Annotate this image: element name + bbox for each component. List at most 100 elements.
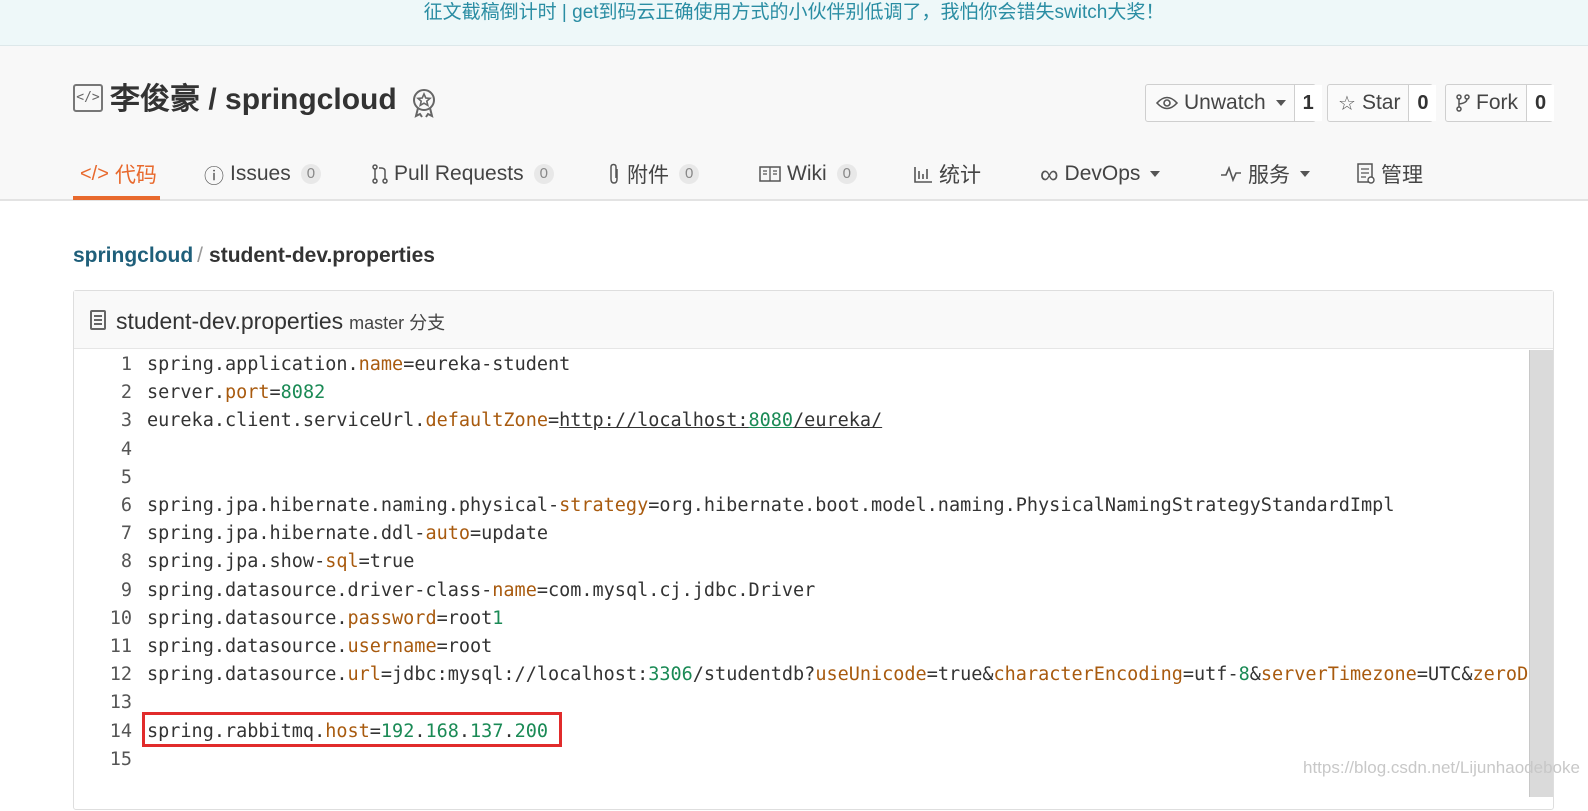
line-source: spring.datasource.driver-class-name=com.… xyxy=(147,577,815,605)
line-number[interactable]: 14 xyxy=(74,718,132,746)
bar-chart-icon xyxy=(914,167,932,183)
code-token: 8082 xyxy=(280,382,326,404)
watch-count[interactable]: 1 xyxy=(1293,85,1322,121)
repo-code-icon: </> xyxy=(73,84,103,112)
code-token: spring.datasource.driver-class- xyxy=(147,579,493,601)
code-token: http://localhost: xyxy=(559,410,749,432)
fork-label: Fork xyxy=(1476,91,1518,114)
code-token: password xyxy=(347,607,437,629)
code-token: sql xyxy=(325,551,359,573)
fork-icon xyxy=(1456,94,1470,112)
tab-issues-label: Issues xyxy=(230,162,291,185)
settings-doc-icon xyxy=(1357,163,1375,184)
line-number[interactable]: 8 xyxy=(74,548,132,576)
line-number[interactable]: 11 xyxy=(74,633,132,661)
line-number[interactable]: 2 xyxy=(74,379,132,407)
fork-count[interactable]: 0 xyxy=(1526,85,1554,121)
announcement-text[interactable]: 征文截稿倒计时 | get到码云正确使用方式的小伙伴别低调了，我怕你会错失swi… xyxy=(0,1,1588,25)
code-token: =root xyxy=(436,636,493,657)
code-token: =utf- xyxy=(1182,664,1239,686)
tab-attachments[interactable]: 附件 0 xyxy=(607,150,700,198)
line-source: eureka.client.serviceUrl.defaultZone=htt… xyxy=(147,407,882,435)
file-branch[interactable]: master 分支 xyxy=(349,313,445,333)
code-token: spring.datasource. xyxy=(147,636,348,657)
breadcrumb-repo-link[interactable]: springcloud xyxy=(73,244,193,267)
infinity-icon: ∞ xyxy=(1040,158,1059,189)
code-token: serverTimezone xyxy=(1260,664,1417,686)
tab-issues[interactable]: ⓘ Issues 0 xyxy=(204,150,322,198)
line-number[interactable]: 1 xyxy=(74,351,132,379)
code-token: & xyxy=(1249,664,1261,686)
line-number[interactable]: 4 xyxy=(74,436,132,464)
code-line: 5 xyxy=(74,464,1530,492)
breadcrumb-current-file: student-dev.properties xyxy=(209,244,435,267)
star-count[interactable]: 0 xyxy=(1408,85,1437,121)
tab-wiki-label: Wiki xyxy=(787,162,827,185)
tab-devops[interactable]: ∞ DevOps xyxy=(1040,150,1161,198)
code-token: characterEncoding xyxy=(993,664,1183,686)
file-title: student-dev.properties master 分支 xyxy=(116,307,445,337)
code-token: port xyxy=(224,382,270,404)
repo-header: </> 李俊豪 / springcloud Unwatch 1 ☆ Star 0… xyxy=(0,46,1588,201)
code-scrollbar[interactable] xyxy=(1529,350,1553,797)
line-number[interactable]: 13 xyxy=(74,689,132,717)
code-token: 8 xyxy=(1238,664,1250,686)
line-source: server.port=8082 xyxy=(147,379,325,407)
code-line: 2 server.port=8082 xyxy=(74,379,1530,407)
code-line: 8 spring.jpa.show-sql=true xyxy=(74,548,1530,576)
code-token: strategy xyxy=(559,495,649,516)
line-number[interactable]: 3 xyxy=(74,407,132,435)
line-number[interactable]: 10 xyxy=(74,605,132,633)
announcement-banner[interactable]: 征文截稿倒计时 | get到码云正确使用方式的小伙伴别低调了，我怕你会错失swi… xyxy=(0,0,1588,46)
watch-button[interactable]: Unwatch 1 xyxy=(1145,84,1322,122)
tab-pull-requests[interactable]: Pull Requests 0 xyxy=(372,150,554,198)
code-line: 3 eureka.client.serviceUrl.defaultZone=ht… xyxy=(74,407,1530,435)
line-number[interactable]: 6 xyxy=(74,492,132,520)
eye-icon xyxy=(1156,96,1178,110)
code-token: =jdbc:mysql://localhost: xyxy=(380,664,649,686)
line-source: spring.datasource.username=root xyxy=(147,633,492,661)
highlight-box xyxy=(142,712,562,747)
tab-code[interactable]: </> 代码 xyxy=(80,150,157,198)
code-token: 8080 xyxy=(748,410,794,432)
code-token: spring.jpa.hibernate.ddl- xyxy=(147,523,426,545)
tab-stats[interactable]: 统计 xyxy=(913,150,981,198)
chevron-down-icon xyxy=(1300,171,1310,177)
tab-wiki-count: 0 xyxy=(836,164,857,184)
star-button[interactable]: ☆ Star 0 xyxy=(1327,84,1437,122)
tab-issues-count: 0 xyxy=(300,164,322,184)
active-tab-indicator xyxy=(73,196,160,200)
line-number[interactable]: 12 xyxy=(74,661,132,689)
line-source: spring.datasource.url=jdbc:mysql://local… xyxy=(147,661,1528,689)
code-token: =com.mysql.cj.jdbc.Driver xyxy=(536,579,816,601)
code-line: 1 spring.application.name=eureka-student xyxy=(74,351,1530,379)
breadcrumb-separator: / xyxy=(197,244,204,267)
tab-services[interactable]: 服务 xyxy=(1220,150,1310,198)
tab-pull-requests-count: 0 xyxy=(533,164,554,184)
line-number[interactable]: 5 xyxy=(74,464,132,492)
tab-code-label: 代码 xyxy=(114,164,157,187)
code-token: server. xyxy=(147,382,225,404)
issue-icon: ⓘ xyxy=(204,165,224,188)
line-number[interactable]: 9 xyxy=(74,577,132,605)
line-number[interactable]: 15 xyxy=(74,746,132,774)
tab-devops-label: DevOps xyxy=(1064,162,1141,185)
code-line: 10 spring.datasource.password=root1 xyxy=(74,605,1530,633)
code-token: username xyxy=(347,636,437,657)
line-number[interactable]: 7 xyxy=(74,520,132,548)
chevron-down-icon xyxy=(1275,100,1286,106)
code-token: zeroD xyxy=(1472,664,1529,686)
code-line: 11 spring.datasource.username=root xyxy=(74,633,1530,661)
tab-manage[interactable]: 管理 xyxy=(1357,150,1423,198)
file-header: student-dev.properties master 分支 xyxy=(74,291,1553,349)
code-token: spring.jpa.hibernate.naming.physical- xyxy=(147,495,560,516)
code-token: eureka.client.serviceUrl. xyxy=(147,410,426,432)
code-line: 4 xyxy=(74,436,1530,464)
tab-stats-label: 统计 xyxy=(939,164,981,187)
tab-wiki[interactable]: Wiki 0 xyxy=(759,150,857,198)
fork-button[interactable]: Fork 0 xyxy=(1445,84,1554,122)
star-icon: ☆ xyxy=(1338,92,1356,115)
pull-request-icon xyxy=(372,164,388,184)
code-token: defaultZone xyxy=(425,410,548,432)
repo-title[interactable]: 李俊豪 / springcloud xyxy=(110,80,397,120)
